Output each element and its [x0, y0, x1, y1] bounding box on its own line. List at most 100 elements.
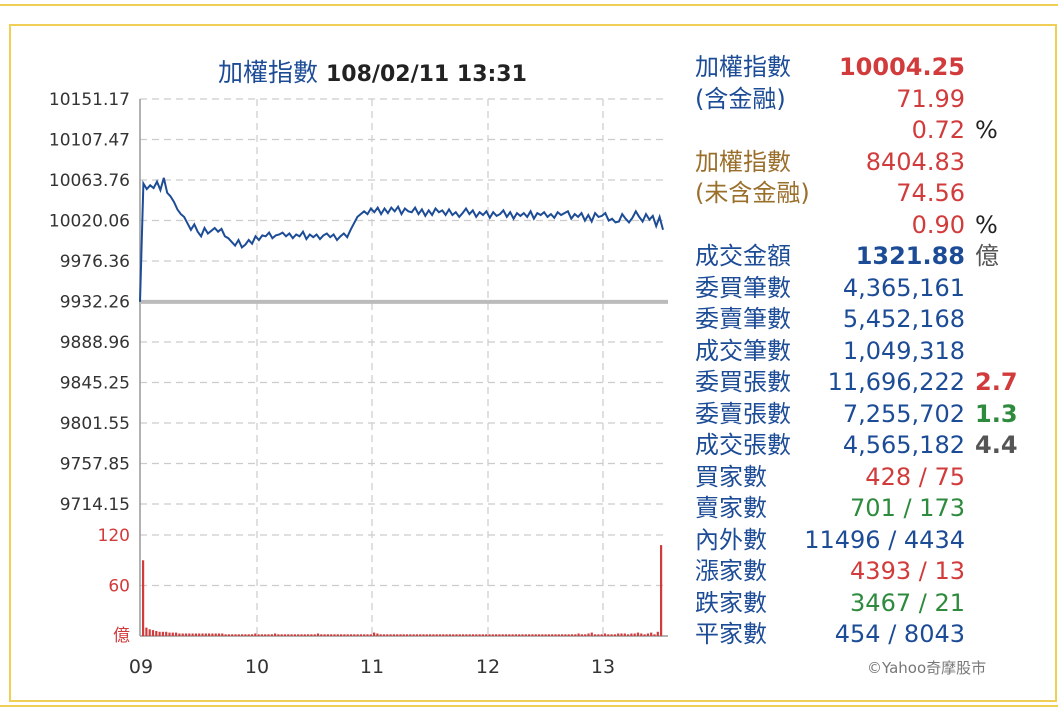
stat-value: 4393 / 13 — [850, 557, 965, 585]
volume-bar — [528, 634, 531, 636]
volume-bar — [323, 634, 326, 636]
volume-bar — [471, 634, 475, 636]
volume-bar — [155, 631, 158, 637]
x-tick-label: 13 — [591, 656, 615, 678]
volume-bar — [531, 634, 534, 636]
index-line — [139, 177, 664, 302]
index-chart: 加權指數 108/02/11 13:31 10151.17 10107.47 10063… — [49, 58, 668, 678]
volume-bar — [524, 634, 527, 636]
stat-value: 4,565,182 — [842, 431, 965, 459]
volume-bar — [270, 634, 273, 636]
volume-bar — [600, 634, 603, 636]
volume-bar — [603, 633, 607, 636]
volume-bar — [175, 632, 178, 636]
volume-bar — [481, 634, 484, 636]
volume-bar — [610, 634, 613, 636]
volume-bar — [462, 634, 465, 636]
volume-bar — [316, 633, 320, 636]
y-tick-label: 9932.26 — [60, 293, 130, 313]
volume-bar — [432, 634, 435, 636]
volume-bar — [214, 633, 217, 636]
volume-bar — [544, 634, 547, 636]
stat-value: 74.56 — [896, 179, 965, 207]
stat-value: 428 / 75 — [865, 462, 965, 491]
volume-bar — [293, 634, 296, 636]
volume-bar — [336, 634, 339, 636]
stat-row: 買家數 428 / 75 — [695, 462, 1025, 494]
volume-bar — [518, 634, 521, 636]
volume-bar — [313, 634, 316, 636]
volume-bar — [597, 634, 600, 636]
volume-bar — [534, 634, 537, 636]
stat-label: 跌家數 — [695, 588, 767, 617]
stat-extra: 2.7 — [975, 368, 1018, 396]
volume-bar — [353, 634, 356, 636]
x-tick-label: 11 — [360, 656, 384, 678]
volume-bar — [376, 633, 379, 636]
volume-bar — [412, 634, 415, 636]
volume-bar — [498, 634, 501, 636]
volume-bar — [577, 633, 580, 636]
volume-bar — [567, 634, 570, 636]
volume-bar — [224, 634, 227, 636]
volume-bar — [158, 631, 161, 636]
volume-bar — [178, 633, 181, 636]
volume-bar — [184, 633, 188, 636]
volume-bar — [419, 634, 422, 636]
volume-bar — [547, 634, 550, 636]
volume-bar — [495, 634, 498, 636]
stat-value: 1,049,318 — [842, 336, 965, 365]
volume-bar — [333, 634, 336, 636]
stat-label: 委賣張數 — [695, 399, 791, 428]
stats-panel: 加權指數 10004.25 (含金融) 71.99 0.72% 加權指數 8404.83 (未… — [695, 52, 1025, 651]
volume-bar — [382, 634, 386, 636]
stat-row: (含金融) 71.99 — [695, 84, 1025, 116]
volume-bar — [656, 631, 659, 636]
stat-label: 委買張數 — [695, 368, 791, 396]
volume-bar — [142, 560, 145, 637]
volume-bar — [201, 633, 204, 636]
stat-label: 買家數 — [695, 462, 767, 491]
volume-bar — [277, 634, 280, 636]
stat-row: 成交筆數 1,049,318 — [695, 336, 1025, 368]
volume-bar — [326, 634, 329, 636]
stat-value: 4,365,161 — [842, 273, 965, 302]
volume-bar — [650, 632, 653, 636]
volume-bar — [590, 632, 593, 636]
stat-value: 0.90 — [911, 210, 965, 239]
volume-bar — [290, 634, 293, 636]
volume-bar — [445, 634, 448, 636]
volume-bar — [303, 634, 306, 636]
volume-bar — [247, 634, 250, 636]
volume-bar — [458, 634, 461, 636]
volume-bar — [564, 634, 567, 636]
volume-bar — [640, 633, 643, 636]
volume-bar — [580, 634, 583, 636]
stat-extra: 1.3 — [975, 399, 1018, 428]
volume-bar — [310, 634, 313, 636]
volume-bar — [653, 634, 656, 636]
copyright-text: ©Yahoo奇摩股市 — [867, 659, 987, 677]
stat-value: 454 / 8043 — [834, 620, 965, 648]
stat-row: 委買張數 11,696,222 2.7 — [695, 367, 1025, 399]
volume-bar — [300, 634, 303, 636]
volume-bar — [211, 633, 214, 636]
volume-bar — [554, 634, 557, 636]
volume-bar — [250, 634, 254, 636]
volume-bar — [231, 634, 234, 636]
volume-bar — [267, 634, 270, 636]
chart-title: 加權指數 — [218, 58, 318, 87]
volume-bar — [274, 633, 277, 636]
volume-bar — [392, 634, 395, 636]
volume-bar — [356, 634, 359, 636]
x-tick-label: 12 — [476, 656, 500, 678]
stat-row: 成交金額 1321.88 億 — [695, 241, 1025, 273]
volume-bar — [422, 634, 425, 636]
stat-label: 內外數 — [695, 525, 767, 554]
volume-bar — [646, 633, 649, 636]
volume-bar — [396, 634, 399, 636]
stat-row: 委賣筆數 5,452,168 — [695, 304, 1025, 336]
volume-bar — [607, 634, 610, 636]
volume-bar — [346, 634, 349, 636]
stat-row: 加權指數 8404.83 — [695, 147, 1025, 179]
